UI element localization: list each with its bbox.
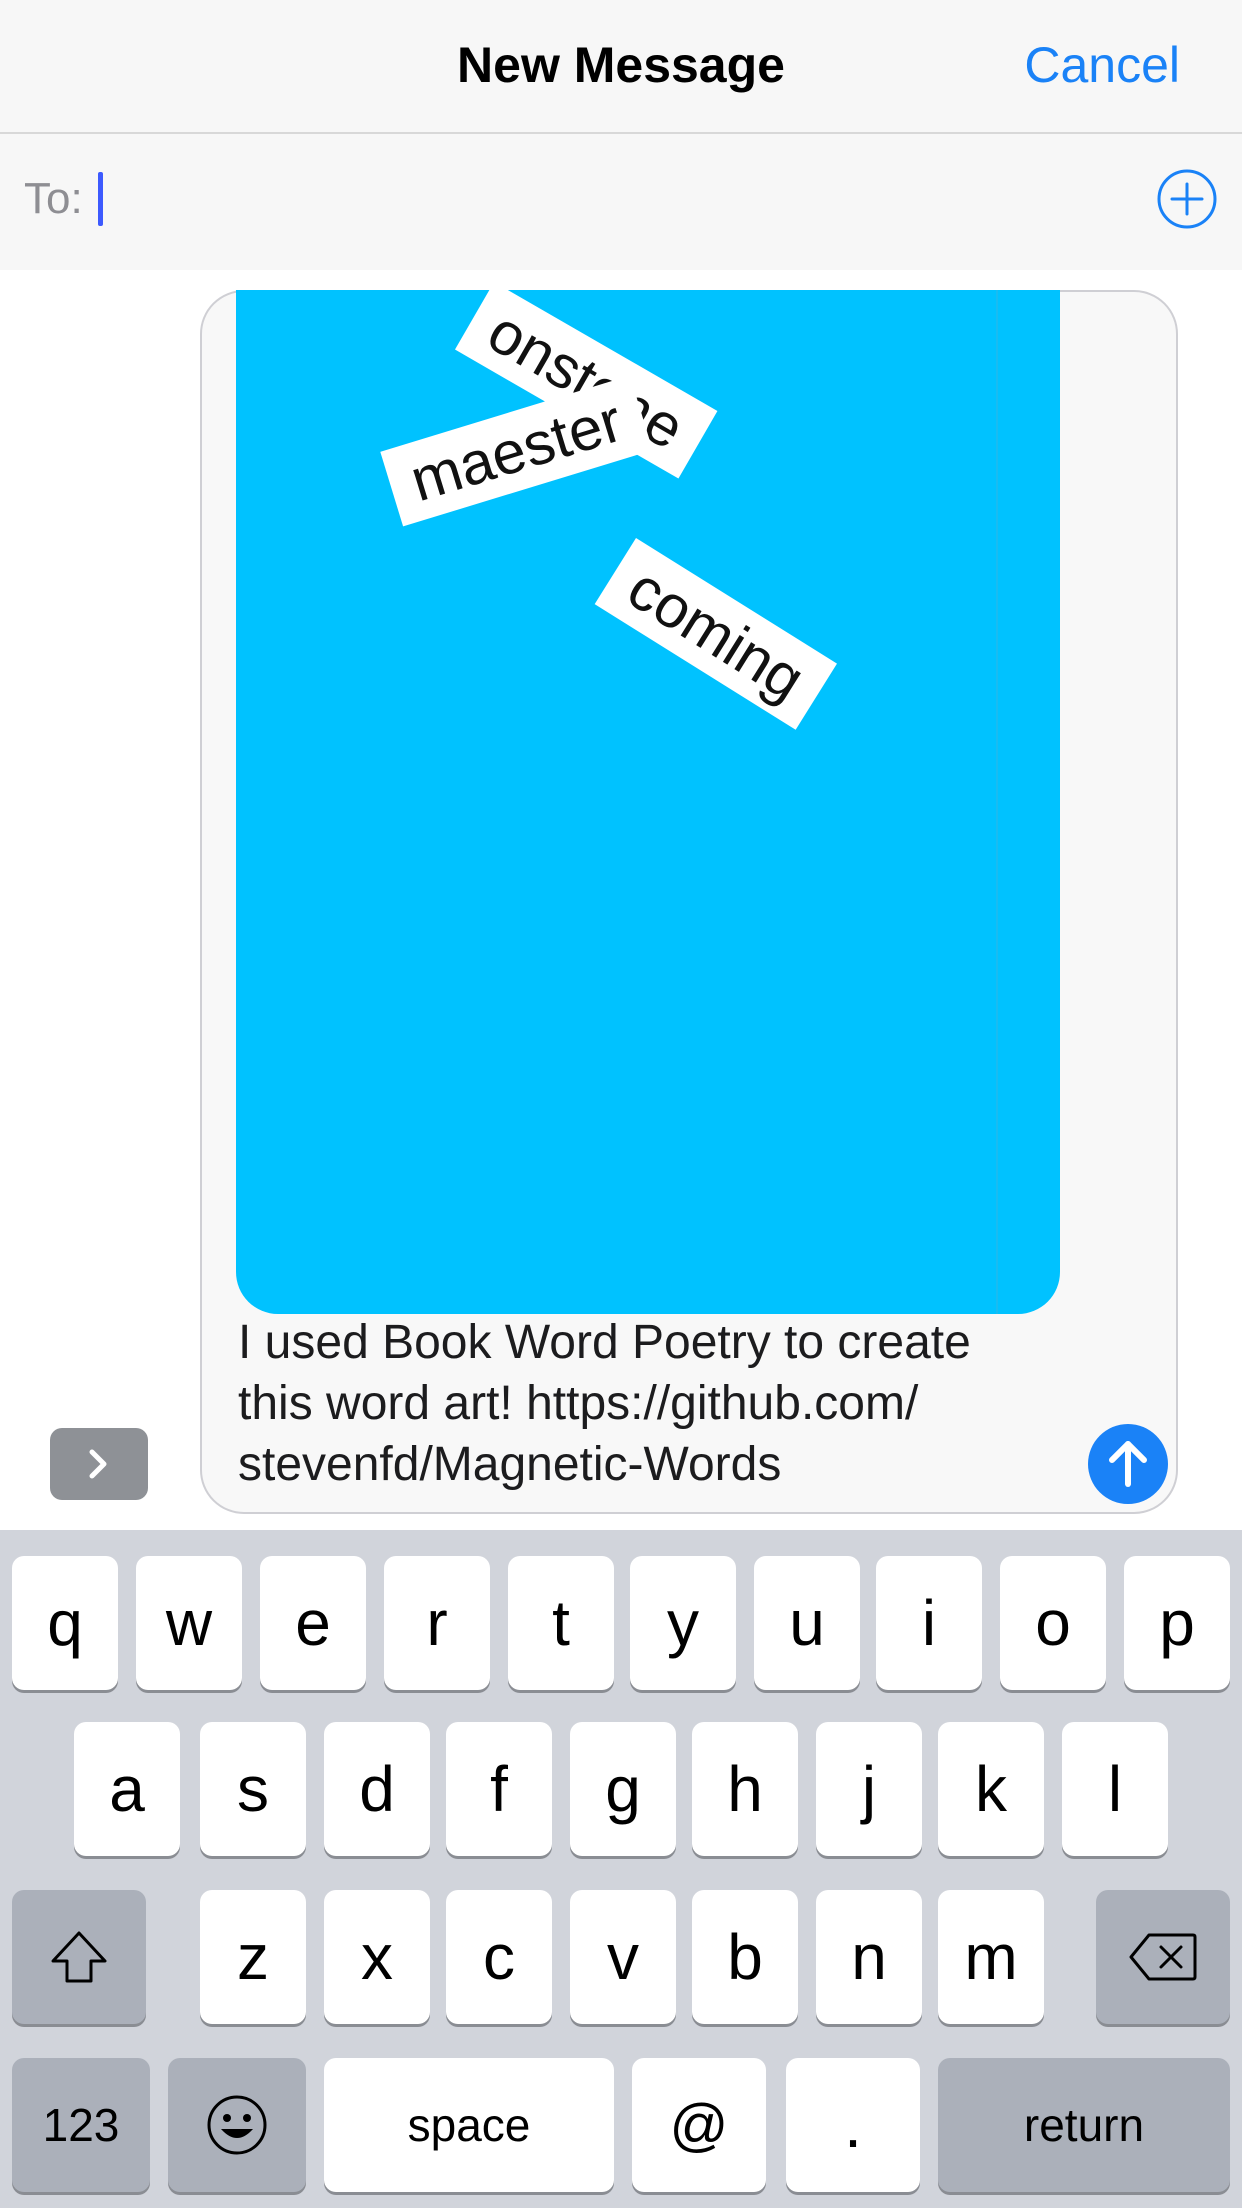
message-line: stevenfd/Magnetic-Words [238, 1438, 782, 1491]
key-v[interactable]: v [570, 1890, 676, 2024]
cancel-button[interactable]: Cancel [1024, 36, 1180, 94]
emoji-key[interactable] [168, 2058, 306, 2192]
key-j[interactable]: j [816, 1722, 922, 1856]
recipient-row: To: [0, 134, 1242, 270]
key-a[interactable]: a [74, 1722, 180, 1856]
key-z[interactable]: z [200, 1890, 306, 2024]
key-i[interactable]: i [876, 1556, 982, 1690]
recipient-input[interactable] [96, 164, 1096, 236]
key-m[interactable]: m [938, 1890, 1044, 2024]
backspace-icon [1129, 1933, 1197, 1981]
return-key[interactable]: return [938, 2058, 1230, 2192]
send-button[interactable] [1088, 1424, 1168, 1504]
key-n[interactable]: n [816, 1890, 922, 2024]
word-tile: coming [594, 538, 838, 730]
image-seam [996, 290, 998, 1314]
to-label: To: [24, 174, 83, 223]
key-b[interactable]: b [692, 1890, 798, 2024]
key-q[interactable]: q [12, 1556, 118, 1690]
key-p[interactable]: p [1124, 1556, 1230, 1690]
key-d[interactable]: d [324, 1722, 430, 1856]
key-f[interactable]: f [446, 1722, 552, 1856]
chevron-right-icon [89, 1449, 107, 1479]
key-x[interactable]: x [324, 1890, 430, 2024]
key-s[interactable]: s [200, 1722, 306, 1856]
key-w[interactable]: w [136, 1556, 242, 1690]
keyboard: q w e r t y u i o p a s d f g h j k l z … [0, 1530, 1242, 2208]
key-l[interactable]: l [1062, 1722, 1168, 1856]
shift-key[interactable] [12, 1890, 146, 2024]
text-cursor [98, 172, 103, 226]
key-t[interactable]: t [508, 1556, 614, 1690]
key-k[interactable]: k [938, 1722, 1044, 1856]
word-tile: maester [380, 375, 653, 527]
message-line: I used Book Word Poetry to create [238, 1316, 971, 1369]
arrow-up-icon [1109, 1441, 1147, 1487]
key-c[interactable]: c [446, 1890, 552, 2024]
word-art-attachment[interactable]: onstone maester coming [236, 290, 1060, 1314]
numbers-key[interactable]: 123 [12, 2058, 150, 2192]
key-r[interactable]: r [384, 1556, 490, 1690]
navigation-bar: New Message Cancel [0, 0, 1242, 134]
at-key[interactable]: @ [632, 2058, 766, 2192]
period-key[interactable]: . [786, 2058, 920, 2192]
emoji-icon [207, 2095, 267, 2155]
message-text: I used Book Word Poetry to create this w… [238, 1312, 1058, 1495]
key-o[interactable]: o [1000, 1556, 1106, 1690]
key-e[interactable]: e [260, 1556, 366, 1690]
key-u[interactable]: u [754, 1556, 860, 1690]
backspace-key[interactable] [1096, 1890, 1230, 2024]
space-key[interactable]: space [324, 2058, 614, 2192]
message-line: this word art! https://github.com/ [238, 1377, 919, 1430]
shift-icon [51, 1931, 107, 1983]
plus-circle-icon[interactable] [1156, 168, 1218, 230]
key-g[interactable]: g [570, 1722, 676, 1856]
key-y[interactable]: y [630, 1556, 736, 1690]
expand-apps-button[interactable] [50, 1428, 148, 1500]
key-h[interactable]: h [692, 1722, 798, 1856]
